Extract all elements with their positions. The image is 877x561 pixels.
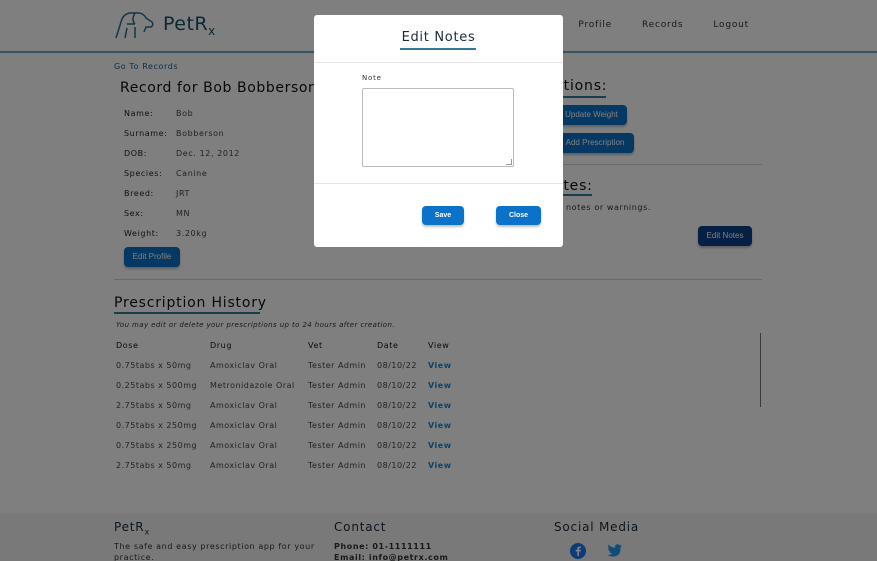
modal-divider	[314, 183, 563, 184]
save-button[interactable]: Save	[422, 206, 464, 225]
modal-divider	[314, 62, 563, 63]
close-button[interactable]: Close	[496, 206, 541, 225]
edit-notes-modal: Edit Notes Note Save Close	[314, 15, 563, 247]
note-label: Note	[362, 74, 382, 82]
modal-title: Edit Notes	[401, 30, 476, 45]
modal-title-underline	[400, 48, 476, 50]
note-textarea[interactable]	[362, 88, 514, 167]
